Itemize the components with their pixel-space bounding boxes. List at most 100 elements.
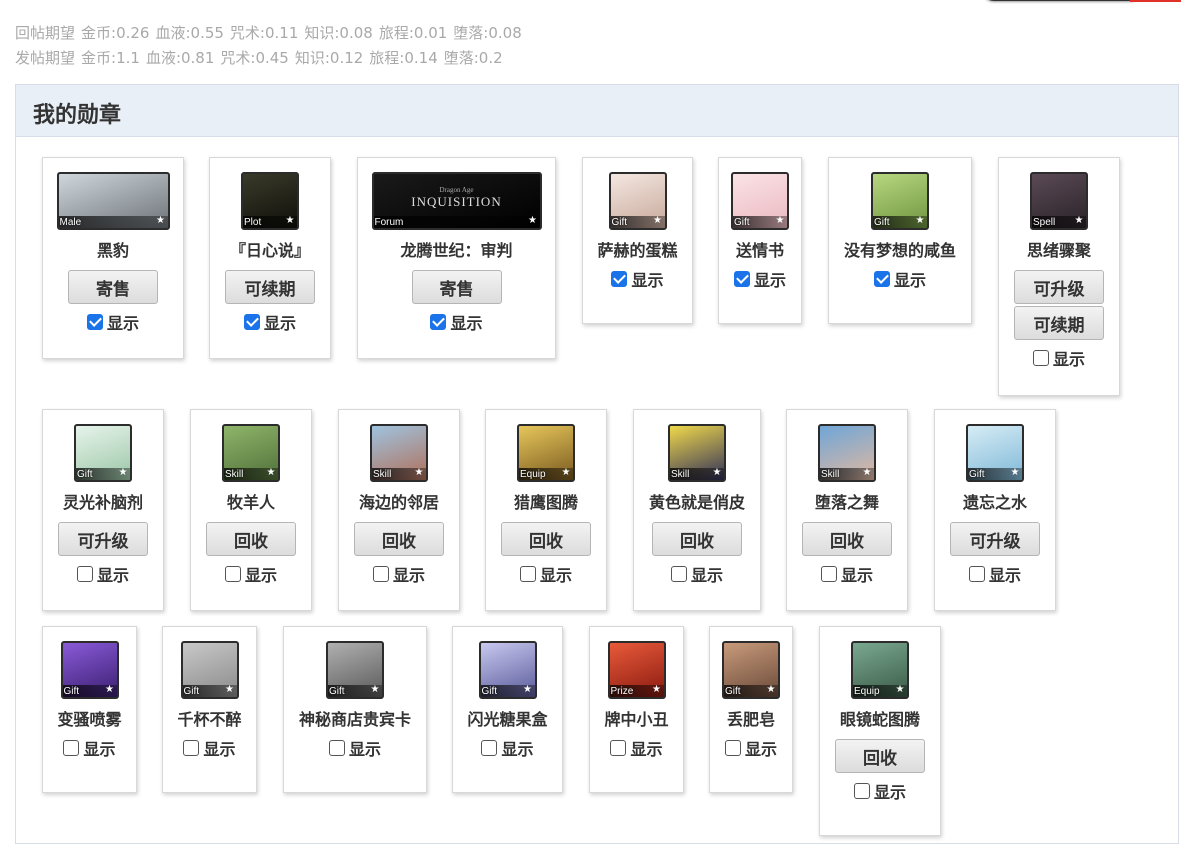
show-toggle[interactable]: 显示 xyxy=(710,736,792,760)
medal-card: Gift ★ 神秘商店贵宾卡 显示 xyxy=(283,626,427,793)
medal-image[interactable]: Skill ★ xyxy=(370,424,428,482)
show-toggle[interactable]: 显示 xyxy=(719,267,801,291)
show-checkbox[interactable] xyxy=(1032,350,1049,366)
show-label: 显示 xyxy=(501,740,534,759)
show-toggle[interactable]: 显示 xyxy=(358,310,555,334)
show-toggle[interactable]: 显示 xyxy=(486,562,606,586)
show-toggle[interactable]: 显示 xyxy=(163,736,256,760)
show-toggle[interactable]: 显示 xyxy=(339,562,459,586)
show-checkbox[interactable] xyxy=(724,740,741,756)
medal-action-button[interactable]: 回收 xyxy=(802,522,892,556)
medal-action-button[interactable]: 回收 xyxy=(354,522,444,556)
show-checkbox[interactable] xyxy=(968,566,985,582)
medal-action-button[interactable]: 可升级 xyxy=(1014,270,1104,304)
medal-card: Male ★ 黑豹寄售显示 xyxy=(42,157,184,359)
show-checkbox[interactable] xyxy=(733,271,750,287)
medal-image[interactable]: Dragon Age INQUISITION Forum ★ xyxy=(371,172,542,230)
stat-label: 回帖期望 xyxy=(15,24,76,42)
show-toggle[interactable]: 显示 xyxy=(284,736,426,760)
show-checkbox[interactable] xyxy=(820,566,837,582)
show-toggle[interactable]: 显示 xyxy=(191,562,311,586)
show-checkbox[interactable] xyxy=(611,271,628,287)
medal-type-tag: Gift xyxy=(77,469,93,480)
show-checkbox[interactable] xyxy=(519,566,536,582)
show-toggle[interactable]: 显示 xyxy=(43,310,183,334)
top-accent-bar xyxy=(1130,0,1181,2)
medal-image[interactable]: Gift ★ xyxy=(722,641,780,699)
medal-action-button[interactable]: 回收 xyxy=(501,522,591,556)
medal-name: 闪光糖果盒 xyxy=(467,710,548,729)
show-toggle[interactable]: 显示 xyxy=(634,562,760,586)
medal-name: 灵光补脑剂 xyxy=(62,493,143,512)
stat-value: 知识:0.12 xyxy=(294,49,364,67)
show-checkbox[interactable] xyxy=(670,566,687,582)
medal-image[interactable]: Spell ★ xyxy=(1030,172,1088,230)
medal-image[interactable]: Gift ★ xyxy=(966,424,1024,482)
show-checkbox[interactable] xyxy=(328,740,345,756)
medal-name: 猎鹰图腾 xyxy=(513,493,578,512)
show-checkbox[interactable] xyxy=(243,314,260,330)
medal-image[interactable]: Prize ★ xyxy=(607,641,666,699)
show-toggle[interactable]: 显示 xyxy=(43,562,163,586)
medal-image[interactable]: Gift ★ xyxy=(731,172,789,230)
medal-image[interactable]: Skill ★ xyxy=(222,424,280,482)
medal-name: 海边的邻居 xyxy=(358,493,439,512)
show-toggle[interactable]: 显示 xyxy=(935,562,1055,586)
medal-name: 变骚喷雾 xyxy=(57,710,122,729)
medal-image[interactable]: Skill ★ xyxy=(818,424,876,482)
medal-name: 萨赫的蛋糕 xyxy=(597,241,678,260)
show-toggle[interactable]: 显示 xyxy=(829,267,971,291)
medal-type-tag: Skill xyxy=(821,469,840,480)
medal-image[interactable]: Skill ★ xyxy=(668,424,726,482)
medal-type-tag: Skill xyxy=(671,469,690,480)
medal-image[interactable]: Gift ★ xyxy=(60,641,119,699)
show-toggle[interactable]: 显示 xyxy=(787,562,907,586)
medal-image[interactable]: Equip ★ xyxy=(851,641,909,699)
stat-value: 血液:0.55 xyxy=(155,24,224,42)
show-toggle[interactable]: 显示 xyxy=(820,779,940,803)
medal-corner-icon: ★ xyxy=(561,467,571,478)
medal-card: Gift ★ 闪光糖果盒显示 xyxy=(452,626,563,793)
show-checkbox[interactable] xyxy=(853,783,870,799)
show-toggle[interactable]: 显示 xyxy=(999,346,1119,370)
show-toggle[interactable]: 显示 xyxy=(453,736,562,760)
show-checkbox[interactable] xyxy=(873,271,890,287)
show-toggle[interactable]: 显示 xyxy=(210,310,330,334)
show-checkbox[interactable] xyxy=(610,740,627,756)
medal-action-button[interactable]: 可续期 xyxy=(225,270,315,304)
show-checkbox[interactable] xyxy=(481,740,498,756)
top-menu-pill[interactable] xyxy=(982,0,1142,1)
medal-image[interactable]: Gift ★ xyxy=(608,172,667,230)
medal-action-button[interactable]: 可升级 xyxy=(58,522,148,556)
show-checkbox[interactable] xyxy=(372,566,389,582)
medal-image[interactable]: Equip ★ xyxy=(517,424,575,482)
show-checkbox[interactable] xyxy=(183,740,200,756)
show-toggle[interactable]: 显示 xyxy=(590,736,683,760)
medal-action-button[interactable]: 寄售 xyxy=(411,270,502,304)
medal-action-button[interactable]: 回收 xyxy=(206,522,296,556)
show-checkbox[interactable] xyxy=(224,566,241,582)
medal-image[interactable]: Gift ★ xyxy=(871,172,929,230)
show-toggle[interactable]: 显示 xyxy=(583,267,692,291)
medal-image[interactable]: Gift ★ xyxy=(478,641,537,699)
medal-image[interactable]: Plot ★ xyxy=(241,172,299,230)
medal-name: 黑豹 xyxy=(96,241,129,260)
medal-image[interactable]: Male ★ xyxy=(56,172,170,230)
show-checkbox[interactable] xyxy=(430,314,447,330)
medal-image[interactable]: Gift ★ xyxy=(180,641,239,699)
medal-corner-icon: ★ xyxy=(775,215,785,226)
medal-name: 牌中小丑 xyxy=(604,710,669,729)
medal-action-button[interactable]: 回收 xyxy=(652,522,742,556)
medal-image[interactable]: Gift ★ xyxy=(74,424,132,482)
medal-action-button[interactable]: 回收 xyxy=(835,739,925,773)
medal-corner-icon: ★ xyxy=(653,215,662,226)
show-checkbox[interactable] xyxy=(63,740,80,756)
show-checkbox[interactable] xyxy=(86,314,103,330)
medal-action-button[interactable]: 寄售 xyxy=(68,270,158,304)
show-label: 显示 xyxy=(203,740,236,759)
show-checkbox[interactable] xyxy=(76,566,93,582)
medal-action-button[interactable]: 可升级 xyxy=(950,522,1040,556)
show-toggle[interactable]: 显示 xyxy=(43,736,136,760)
medal-image[interactable]: Gift ★ xyxy=(326,641,384,699)
medal-action-button[interactable]: 可续期 xyxy=(1014,306,1104,340)
